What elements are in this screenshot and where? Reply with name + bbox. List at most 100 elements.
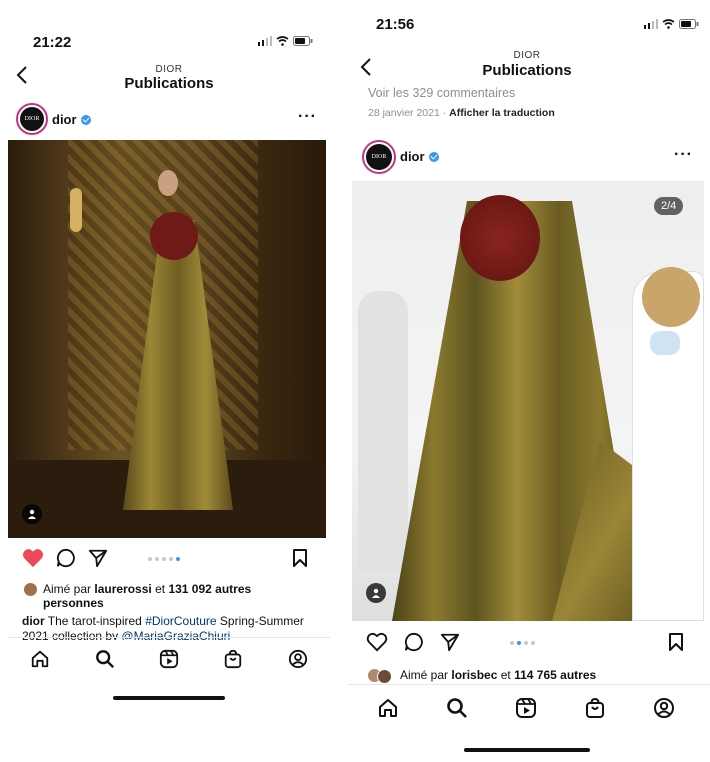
mannequin-background: [358, 291, 408, 571]
likes-user[interactable]: lorisbec: [451, 668, 497, 682]
hand-mirror: [70, 188, 82, 232]
avatar-logo: DIOR: [20, 107, 44, 131]
likes-user[interactable]: laurerossi: [94, 582, 151, 596]
shop-icon[interactable]: [584, 697, 606, 719]
header-brand: DIOR: [155, 64, 183, 75]
view-all-comments-link[interactable]: Voir les 329 commentaires: [368, 86, 515, 100]
like-button[interactable]: [366, 632, 388, 657]
share-button[interactable]: [440, 632, 460, 657]
reels-icon[interactable]: [159, 649, 179, 669]
comment-icon: [56, 548, 75, 568]
share-icon: [88, 549, 108, 568]
wifi-icon: [662, 19, 675, 29]
likes-avatar: [377, 669, 392, 684]
user-tag-button[interactable]: [22, 504, 42, 524]
carousel-dot: [510, 641, 514, 645]
user-tag-button[interactable]: [366, 583, 386, 603]
tabbar-divider: [8, 637, 330, 638]
save-button[interactable]: [292, 548, 308, 573]
likes-prefix: Aimé par: [400, 668, 449, 682]
tabbar-divider: [348, 684, 710, 685]
likes-avatar: [24, 583, 37, 596]
comment-button[interactable]: [404, 632, 424, 657]
home-indicator[interactable]: [464, 748, 590, 752]
date-separator: ·: [442, 107, 447, 119]
more-options-button[interactable]: ···: [298, 108, 317, 126]
red-cape: [460, 195, 540, 281]
bottom-tab-bar: [354, 694, 698, 722]
translate-link[interactable]: Afficher la traduction: [449, 107, 555, 119]
page-title: Publications: [124, 75, 214, 92]
carousel-dot: [162, 557, 166, 561]
save-button[interactable]: [668, 632, 684, 657]
header-brand: DIOR: [513, 50, 541, 61]
heart-icon: [366, 632, 388, 652]
post-date: 28 janvier 2021: [368, 107, 440, 119]
carousel-indicator: [148, 557, 180, 561]
avatar-logo: DIOR: [366, 144, 392, 170]
carousel-counter: 2/4: [654, 197, 684, 215]
more-options-button[interactable]: ···: [674, 146, 693, 164]
bookmark-icon: [669, 633, 683, 651]
carousel-dot-active: [517, 641, 521, 645]
avatar[interactable]: DIOR: [362, 140, 396, 174]
battery-icon: [293, 36, 313, 46]
wifi-icon: [276, 36, 289, 46]
left-screen: 21:22 DIOR Publications DIOR dior ··· Ai…: [8, 20, 330, 710]
caption-username[interactable]: dior: [22, 614, 45, 628]
reels-icon[interactable]: [515, 697, 537, 719]
share-icon: [440, 633, 460, 652]
likes-text[interactable]: Aimé par laurerossi et 131 092 autres pe…: [43, 582, 293, 610]
post-image[interactable]: [8, 140, 326, 538]
comment-icon: [404, 632, 423, 652]
post-image[interactable]: 2/4: [352, 181, 704, 621]
carousel-dot-active: [176, 557, 180, 561]
share-button[interactable]: [88, 548, 108, 573]
right-screen: 21:56 DIOR Publications Voir les 329 com…: [348, 0, 710, 762]
search-icon[interactable]: [95, 649, 115, 669]
likes-prefix: Aimé par: [43, 582, 92, 596]
caption-hashtag[interactable]: #DiorCouture: [145, 614, 216, 628]
home-icon[interactable]: [377, 697, 399, 719]
comment-button[interactable]: [56, 548, 76, 573]
shop-icon[interactable]: [223, 649, 243, 669]
verified-badge-icon: [428, 151, 439, 162]
likes-middle: et: [500, 668, 511, 682]
carousel-dot: [531, 641, 535, 645]
bottom-tab-bar: [8, 646, 330, 672]
post-username[interactable]: dior: [400, 149, 425, 164]
status-icons: [644, 19, 699, 29]
post-username[interactable]: dior: [52, 112, 77, 127]
verified-badge-icon: [80, 114, 91, 125]
post-username-row[interactable]: dior: [400, 148, 439, 166]
carousel-dot: [148, 557, 152, 561]
profile-icon[interactable]: [288, 649, 308, 669]
home-icon[interactable]: [30, 649, 50, 669]
likes-count[interactable]: 114 765 autres: [514, 668, 596, 682]
page-title: Publications: [482, 62, 572, 79]
status-icons: [258, 36, 313, 46]
user-tag-icon: [28, 509, 36, 519]
profile-icon[interactable]: [653, 697, 675, 719]
battery-icon: [679, 19, 699, 29]
signal-icon: [258, 36, 272, 46]
status-time: 21:56: [376, 16, 415, 33]
carousel-dot: [169, 557, 173, 561]
post-username-row[interactable]: dior: [52, 111, 91, 129]
like-button[interactable]: [22, 548, 44, 573]
seamstress-hair: [642, 267, 700, 327]
model-head: [158, 170, 178, 196]
home-indicator[interactable]: [113, 696, 225, 700]
status-time: 21:22: [33, 34, 72, 51]
avatar[interactable]: DIOR: [16, 103, 48, 135]
seamstress-mask: [650, 331, 680, 355]
search-icon[interactable]: [446, 697, 468, 719]
user-tag-icon: [372, 588, 380, 598]
heart-filled-icon: [23, 549, 43, 568]
bookmark-icon: [293, 549, 307, 567]
likes-text[interactable]: Aimé par lorisbec et 114 765 autres: [400, 668, 596, 682]
carousel-dot: [155, 557, 159, 561]
signal-icon: [644, 19, 658, 29]
red-cape: [150, 212, 198, 260]
caption-mention[interactable]: @MariaGraziaChiuri: [121, 629, 230, 640]
